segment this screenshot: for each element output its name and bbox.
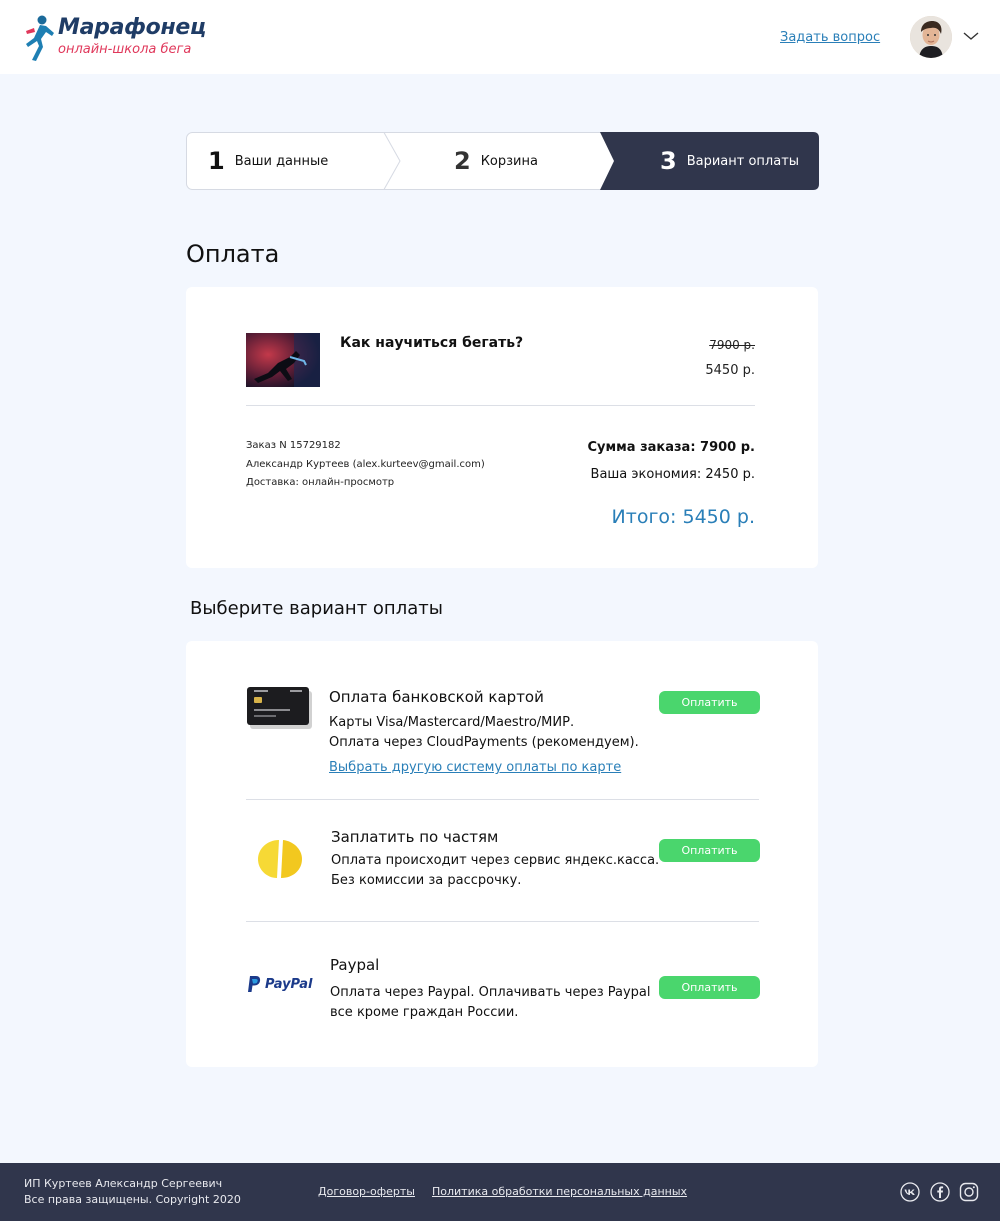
choose-payment-title: Выберите вариант оплаты xyxy=(190,598,443,619)
step-number: 1 xyxy=(208,147,225,175)
avatar[interactable] xyxy=(910,16,952,58)
step-label: Корзина xyxy=(480,153,538,169)
course-thumbnail xyxy=(246,333,320,387)
payment-description-line: Оплата через Paypal. Оплачивать через Pa… xyxy=(330,985,651,1000)
facebook-icon[interactable] xyxy=(930,1182,950,1202)
payment-description-line: Оплата через CloudPayments (рекомендуем)… xyxy=(329,735,639,750)
order-number: Заказ N 15729182 xyxy=(246,440,341,451)
customer-info: Александр Куртеев (alex.kurteev@gmail.co… xyxy=(246,459,485,470)
divider xyxy=(246,405,755,406)
bank-card-icon xyxy=(247,687,312,729)
vk-icon[interactable] xyxy=(900,1182,920,1202)
payment-description-line: все кроме граждан России. xyxy=(330,1005,519,1020)
payment-options-card: Оплата банковской картой Карты Visa/Mast… xyxy=(186,641,818,1067)
footer-company: ИП Куртеев Александр Сергеевич xyxy=(24,1177,223,1190)
pay-paypal-button[interactable]: Оплатить xyxy=(659,976,760,999)
order-economy: Ваша экономия: 2450 р. xyxy=(590,467,755,482)
avatar-photo xyxy=(910,16,952,58)
divider xyxy=(246,921,759,922)
instagram-icon[interactable] xyxy=(959,1182,979,1202)
other-card-system-link[interactable]: Выбрать другую систему оплаты по карте xyxy=(329,760,621,775)
privacy-policy-link[interactable]: Политика обработки персональных данных xyxy=(432,1185,687,1198)
checkout-stepper: 1 Ваши данные 2 Корзина 3 Вариант оплаты xyxy=(186,132,819,190)
site-logo[interactable]: Марафонец онлайн-школа бега xyxy=(22,12,206,62)
payment-title: Заплатить по частям xyxy=(331,828,499,846)
course-title: Как научиться бегать? xyxy=(340,335,524,351)
ask-question-link[interactable]: Задать вопрос xyxy=(780,30,880,45)
step-your-data[interactable]: 1 Ваши данные xyxy=(208,132,328,190)
yandex-kassa-icon xyxy=(258,840,302,878)
course-image xyxy=(246,333,320,387)
payment-title: Оплата банковской картой xyxy=(329,688,544,706)
logo-name: Марафонец xyxy=(58,15,207,40)
order-sum: Сумма заказа: 7900 р. xyxy=(587,440,756,455)
footer-copyright: Все права защищены. Copyright 2020 xyxy=(24,1193,241,1206)
paypal-logo-text: PayPal xyxy=(265,976,313,992)
paypal-icon xyxy=(248,976,261,992)
offer-agreement-link[interactable]: Договор-оферты xyxy=(318,1185,415,1198)
payment-description-line: Карты Visa/Mastercard/Maestro/МИР. xyxy=(329,715,575,730)
delivery-info: Доставка: онлайн-просмотр xyxy=(246,477,395,488)
order-total: Итого: 5450 р. xyxy=(611,506,755,528)
site-header: Марафонец онлайн-школа бега Задать вопро… xyxy=(0,0,1000,74)
payment-description-line: Без комиссии за рассрочку. xyxy=(331,873,522,888)
payment-title: Paypal xyxy=(330,956,380,974)
step-payment-option[interactable]: 3 Вариант оплаты xyxy=(660,132,799,190)
pay-card-button[interactable]: Оплатить xyxy=(659,691,760,714)
page-title: Оплата xyxy=(186,240,280,268)
chevron-down-icon[interactable] xyxy=(962,30,980,42)
new-price: 5450 р. xyxy=(705,363,755,378)
paypal-logo: PayPal xyxy=(247,975,312,993)
step-number: 2 xyxy=(454,147,471,175)
step-number: 3 xyxy=(660,147,677,175)
divider xyxy=(246,799,759,800)
logo-subtitle: онлайн-школа бега xyxy=(58,42,192,57)
old-price: 7900 р. xyxy=(709,338,755,352)
step-label: Ваши данные xyxy=(234,153,329,169)
site-footer: ИП Куртеев Александр Сергеевич Все права… xyxy=(0,1163,1000,1221)
pay-installments-button[interactable]: Оплатить xyxy=(659,839,760,862)
step-cart[interactable]: 2 Корзина xyxy=(454,132,538,190)
step-label: Вариант оплаты xyxy=(686,153,800,169)
order-summary-card: Как научиться бегать? 7900 р. 5450 р. За… xyxy=(186,287,818,568)
payment-description-line: Оплата происходит через сервис яндекс.ка… xyxy=(331,853,660,868)
runner-logo-icon xyxy=(26,15,54,61)
